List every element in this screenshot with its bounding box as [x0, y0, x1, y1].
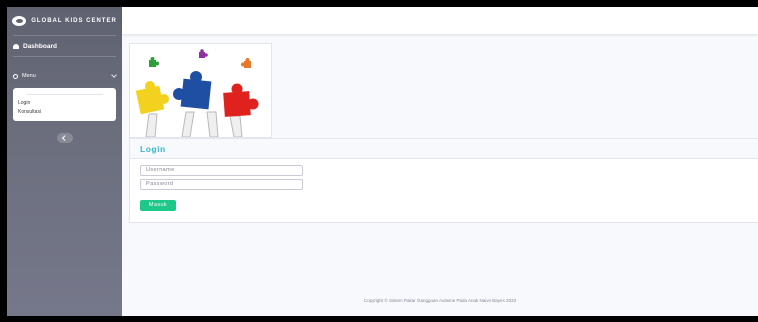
topbar — [122, 7, 758, 34]
footer-copyright: Copyright © Sistem Pakar Gangguan Autism… — [363, 298, 517, 303]
login-card-title: Login — [130, 139, 758, 159]
login-form: Username Password Masuk — [130, 159, 758, 211]
gear-icon — [13, 73, 18, 79]
puzzle-hands-illustration — [129, 43, 272, 138]
masuk-button[interactable]: Masuk — [140, 200, 176, 211]
chevron-down-icon — [111, 72, 117, 78]
sidebar-item-label: Menu — [22, 73, 36, 79]
login-card: Login Username Password Masuk — [129, 138, 758, 223]
sidebar-brand[interactable]: GLOBAL KIDS CENTER — [7, 7, 122, 35]
brand-name: GLOBAL KIDS CENTER — [31, 17, 117, 24]
dashboard-icon — [13, 43, 19, 49]
sidebar-item-label: Dashboard — [23, 42, 57, 50]
puzzle-piece-purple — [199, 49, 208, 58]
brand-logo-icon — [12, 16, 26, 26]
submenu-item-konsultasi[interactable]: Konsultasi — [18, 108, 111, 117]
sidebar-divider — [13, 56, 116, 57]
submenu-item-login[interactable]: Login — [18, 99, 111, 108]
sidebar-item-dashboard[interactable]: Dashboard — [7, 36, 122, 56]
puzzle-piece-blue — [173, 71, 212, 110]
puzzle-piece-orange — [241, 58, 251, 68]
sidebar-item-menu[interactable]: Menu — [7, 67, 122, 85]
sidebar-toggle-button[interactable] — [56, 133, 73, 143]
puzzle-piece-yellow — [135, 81, 169, 115]
sidebar: GLOBAL KIDS CENTER Dashboard Menu Login … — [7, 7, 122, 316]
submenu-divider — [26, 94, 103, 95]
puzzle-piece-green — [149, 57, 159, 67]
puzzle-piece-red — [223, 83, 259, 117]
username-input[interactable]: Username — [140, 165, 303, 176]
app-window: GLOBAL KIDS CENTER Dashboard Menu Login … — [7, 7, 758, 316]
password-input[interactable]: Password — [140, 179, 303, 190]
puzzle-illustration-image — [135, 49, 259, 138]
menu-dropdown: Login Konsultasi — [13, 88, 116, 121]
